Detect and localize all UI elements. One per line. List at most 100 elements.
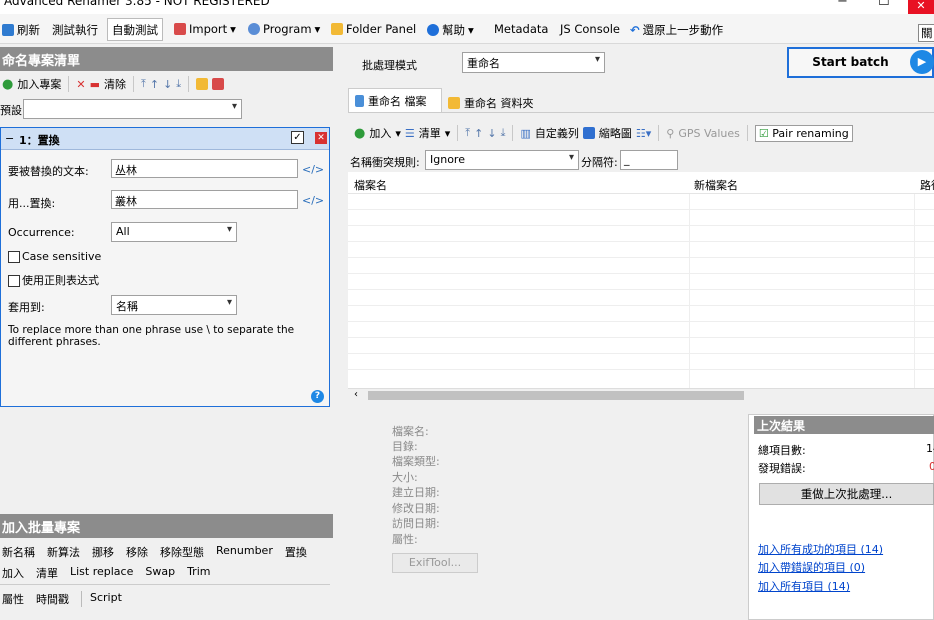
method-trim[interactable]: Trim — [187, 565, 210, 581]
code-icon[interactable]: </> — [302, 194, 324, 207]
delete-icon[interactable]: ✕ — [76, 78, 85, 91]
add-error-items-link[interactable]: 加入帶錯誤的項目 (0) — [758, 559, 865, 575]
gps-values-button[interactable]: GPS Values — [678, 127, 740, 140]
table-row — [348, 242, 934, 258]
info-attributes-label: 屬性: — [392, 533, 418, 546]
restore-menu[interactable]: ↶ 還原上一步動作 — [630, 22, 723, 38]
refresh-menu[interactable]: 刷新 — [2, 22, 40, 38]
folder-panel-menu[interactable]: Folder Panel — [331, 22, 416, 36]
use-regex-option[interactable]: 使用正則表达式 — [8, 272, 99, 288]
add-successful-items-link[interactable]: 加入所有成功的項目 (14) — [758, 541, 883, 557]
replace-with-input[interactable]: 叢林 — [111, 190, 298, 209]
apply-to-select[interactable]: 名稱 ▾ — [111, 295, 237, 315]
help-icon[interactable]: ? — [311, 390, 324, 403]
save-icon[interactable] — [212, 78, 225, 90]
move-up-icon[interactable]: ↑ — [150, 78, 159, 91]
code-icon[interactable]: </> — [302, 163, 324, 176]
exiftool-button[interactable]: ExifTool... — [392, 553, 478, 573]
chevron-down-icon: ▾ — [314, 22, 321, 36]
method-script[interactable]: Script — [81, 591, 122, 607]
method-add[interactable]: 加入 — [2, 565, 24, 581]
open-folder-icon[interactable] — [196, 78, 209, 90]
method-replace[interactable]: 置換 — [285, 544, 307, 560]
preset-select[interactable]: ▾ — [23, 99, 242, 119]
column-path[interactable]: 路徑 — [920, 177, 934, 193]
method-renumber[interactable]: Renumber — [216, 544, 273, 560]
table-row — [348, 306, 934, 322]
horizontal-scrollbar[interactable]: ‹ — [348, 388, 934, 402]
conflict-rule-select[interactable]: Ignore ▾ — [425, 150, 579, 170]
thumbnails-button[interactable]: 縮略圖 — [599, 125, 632, 141]
grid-header: 檔案名 新檔案名 路徑 — [348, 172, 934, 194]
pair-renaming-toggle[interactable]: ☑ Pair renaming — [754, 124, 853, 142]
method-title: 1：置換 — [19, 134, 60, 147]
move-top-icon[interactable]: ⤒ — [141, 77, 146, 91]
move-up-icon[interactable]: ↑ — [474, 127, 483, 140]
add-icon: ● — [2, 76, 14, 92]
method-remove[interactable]: 移除 — [126, 544, 148, 560]
help-menu[interactable]: 幫助 ▾ — [427, 22, 474, 38]
methods-panel-title: 命名專案清單 — [0, 47, 333, 71]
remove-method-icon[interactable]: ✕ — [315, 132, 327, 144]
use-regex-checkbox[interactable] — [8, 275, 20, 287]
clear-methods-button[interactable]: 清除 — [104, 76, 126, 92]
metadata-menu[interactable]: Metadata — [494, 22, 548, 36]
method-attributes[interactable]: 屬性 — [2, 591, 24, 607]
method-header[interactable]: − 1：置換 ✓ ✕ — [1, 128, 329, 150]
chevron-down-icon[interactable]: ▾ — [445, 127, 451, 140]
test-run-menu[interactable]: 測試執行 — [52, 22, 98, 38]
errors-value: 0 — [929, 460, 934, 473]
column-new-filename[interactable]: 新檔案名 — [694, 177, 738, 193]
move-bottom-icon[interactable]: ⤓ — [176, 77, 181, 91]
tab-rename-files[interactable]: 重命名 檔案 — [348, 88, 442, 113]
view-options-icon[interactable]: ☷▾ — [636, 127, 651, 140]
move-top-icon[interactable]: ⤒ — [465, 126, 470, 140]
batch-mode-select[interactable]: 重命名 ▾ — [462, 52, 605, 73]
occurrence-select[interactable]: All ▾ — [111, 222, 237, 242]
method-new-case[interactable]: 新算法 — [47, 544, 80, 560]
auto-test-menu[interactable]: 自動測試 — [107, 18, 163, 41]
location-icon: ⚲ — [666, 126, 675, 140]
separator-label: 分隔符: — [581, 156, 618, 169]
js-console-menu[interactable]: JS Console — [560, 22, 620, 36]
conflict-rule-label: 名稱衝突規則: — [350, 156, 420, 169]
method-swap[interactable]: Swap — [145, 565, 175, 581]
redo-last-batch-button[interactable]: 重做上次批處理... — [759, 483, 934, 505]
folder-icon — [448, 96, 460, 109]
case-sensitive-option[interactable]: Case sensitive — [8, 250, 101, 263]
column-filename[interactable]: 檔案名 — [354, 177, 387, 193]
minimize-button[interactable]: − — [837, 0, 848, 9]
move-bottom-icon[interactable]: ⤓ — [501, 126, 506, 140]
add-files-button[interactable]: 加入 — [369, 125, 391, 141]
move-down-icon[interactable]: ↓ — [163, 78, 172, 91]
list-icon: ☰ — [404, 126, 415, 140]
tab-rename-folders[interactable]: 重命名 資料夾 — [444, 92, 547, 113]
chevron-down-icon: ▾ — [230, 22, 236, 36]
collapse-icon[interactable]: − — [5, 132, 14, 145]
method-list[interactable]: 清單 — [36, 565, 58, 581]
custom-columns-button[interactable]: 自定義列 — [535, 125, 579, 141]
case-sensitive-checkbox[interactable] — [8, 251, 20, 263]
program-menu[interactable]: Program ▾ — [248, 22, 320, 36]
scrollbar-thumb[interactable] — [368, 391, 744, 400]
separator-input[interactable]: _ — [620, 150, 678, 170]
method-timestamp[interactable]: 時間戳 — [36, 591, 69, 607]
table-row — [348, 322, 934, 338]
add-method-button[interactable]: 加入專案 — [17, 76, 61, 92]
text-to-replace-input[interactable]: 丛林 — [111, 159, 298, 178]
enabled-checkbox[interactable]: ✓ — [291, 131, 304, 144]
play-icon[interactable]: ▶ — [910, 50, 934, 74]
chevron-down-icon[interactable]: ▾ — [395, 127, 401, 140]
replace-with-label: 用...置換: — [8, 197, 56, 210]
import-menu[interactable]: Import ▾ — [174, 22, 236, 36]
scroll-left-icon[interactable]: ‹ — [354, 389, 358, 400]
method-move[interactable]: 挪移 — [92, 544, 114, 560]
maximize-button[interactable]: ☐ — [878, 0, 890, 9]
move-down-icon[interactable]: ↓ — [487, 127, 496, 140]
method-new-name[interactable]: 新名稱 — [2, 544, 35, 560]
list-button[interactable]: 清單 — [419, 125, 441, 141]
method-list-replace[interactable]: List replace — [70, 565, 133, 581]
method-remove-pattern[interactable]: 移除型態 — [160, 544, 204, 560]
close-button[interactable]: ✕ — [908, 0, 934, 14]
add-all-items-link[interactable]: 加入所有項目 (14) — [758, 578, 850, 594]
